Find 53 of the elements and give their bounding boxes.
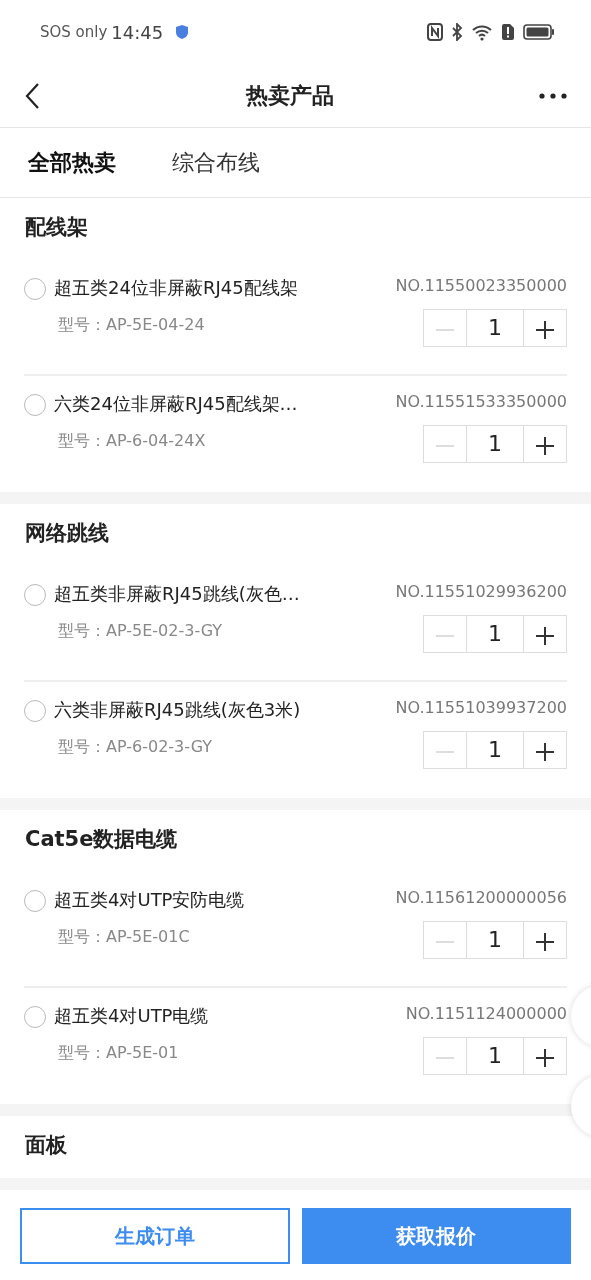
model-text: 型号：AP-5E-04-24 bbox=[58, 314, 205, 336]
product-number: NO.11561200000056 bbox=[395, 887, 567, 909]
model-text: 型号：AP-5E-01C bbox=[58, 926, 190, 948]
battery-icon bbox=[523, 23, 555, 41]
page-title: 热卖产品 bbox=[245, 82, 334, 110]
minus-icon bbox=[435, 328, 455, 331]
product-number: NO.11551029936200 bbox=[395, 581, 567, 603]
plus-icon bbox=[535, 319, 555, 340]
tab[interactable]: 全部热卖 bbox=[28, 146, 116, 179]
radio-button[interactable] bbox=[24, 278, 46, 300]
radio-button[interactable] bbox=[24, 890, 46, 912]
shield-icon bbox=[175, 24, 190, 40]
plus-icon bbox=[535, 741, 555, 762]
plus-icon bbox=[535, 435, 555, 456]
minus-icon bbox=[435, 1056, 455, 1059]
more-icon[interactable] bbox=[539, 92, 567, 99]
product-number: NO.11551533350000 bbox=[395, 391, 567, 413]
minus-icon bbox=[435, 634, 455, 637]
back-icon[interactable] bbox=[24, 81, 40, 110]
minus-icon bbox=[435, 940, 455, 943]
section-title: 网络跳线 bbox=[25, 521, 109, 545]
section-title: 配线架 bbox=[25, 215, 88, 239]
plus-icon bbox=[535, 1047, 555, 1068]
product-number: NO.11551039937200 bbox=[395, 697, 567, 719]
model-text: 型号：AP-6-02-3-GY bbox=[58, 736, 212, 758]
clock-time: 14:45 bbox=[111, 20, 164, 45]
carrier-text: SOS only bbox=[40, 21, 108, 43]
product-name: 超五类4对UTP安防电缆 bbox=[54, 888, 246, 912]
product-name: 六类24位非屏蔽RJ45配线架… bbox=[54, 392, 299, 416]
tab[interactable]: 综合布线 bbox=[172, 146, 260, 179]
minus-icon bbox=[435, 444, 455, 447]
model-text: 型号：AP-5E-01 bbox=[58, 1042, 179, 1064]
radio-button[interactable] bbox=[24, 1006, 46, 1028]
product-number: NO.11550023350000 bbox=[395, 275, 567, 297]
sim-alert-icon bbox=[501, 23, 515, 41]
model-text: 型号：AP-5E-02-3-GY bbox=[58, 620, 223, 642]
section-title: Cat5e数据电缆 bbox=[25, 827, 178, 851]
section-title: 面板 bbox=[25, 1133, 67, 1157]
radio-button[interactable] bbox=[24, 394, 46, 416]
radio-button[interactable] bbox=[24, 700, 46, 722]
product-name: 超五类24位非屏蔽RJ45配线架 bbox=[54, 276, 299, 300]
minus-icon bbox=[435, 750, 455, 753]
product-name: 超五类非屏蔽RJ45跳线(灰色… bbox=[54, 582, 301, 606]
plus-icon bbox=[535, 931, 555, 952]
bluetooth-icon bbox=[451, 23, 463, 41]
model-text: 型号：AP-6-04-24X bbox=[58, 430, 206, 452]
nfc-icon bbox=[427, 23, 443, 41]
product-name: 超五类4对UTP电缆 bbox=[54, 1004, 210, 1028]
radio-button[interactable] bbox=[24, 584, 46, 606]
wifi-icon bbox=[471, 23, 493, 41]
plus-icon bbox=[535, 625, 555, 646]
product-number: NO.1151124000000 bbox=[405, 1003, 567, 1025]
product-name: 六类非屏蔽RJ45跳线(灰色3米) bbox=[54, 698, 302, 722]
